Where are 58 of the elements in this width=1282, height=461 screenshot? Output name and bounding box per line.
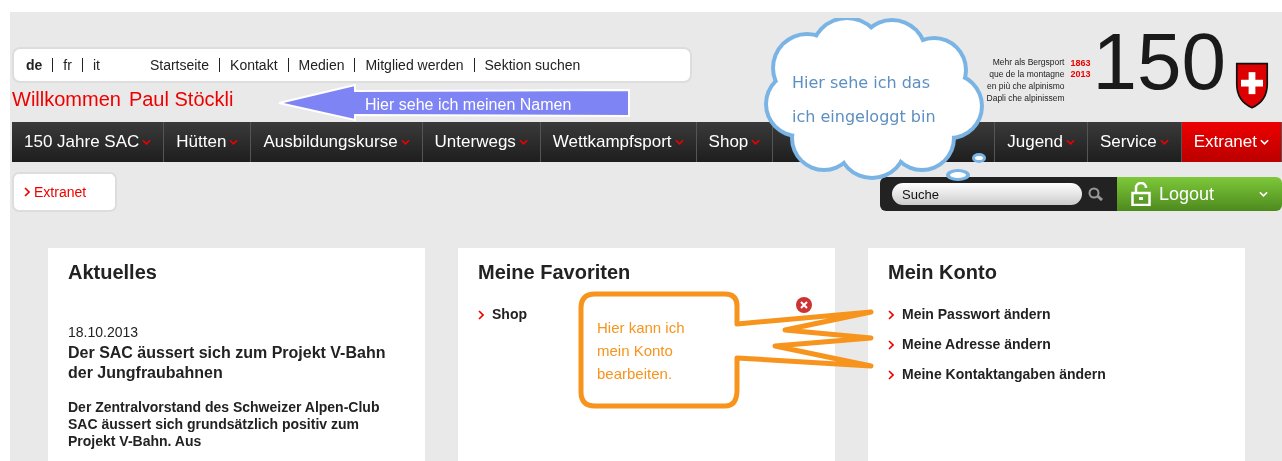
nav-menu-item[interactable]: 150 Jahre SAC	[12, 122, 165, 162]
caret-icon	[229, 139, 239, 145]
chevron-icon	[24, 187, 30, 197]
panel-title: Meine Favoriten	[478, 260, 632, 284]
panel-link[interactable]: Meine Kontaktangaben ändern	[888, 364, 1225, 385]
logo-tagline: Dapli che alpinissem	[986, 92, 1065, 104]
logo-tagline: en più che alpinismo	[986, 80, 1065, 92]
callout-text: Hier sehe ich meinen Namen	[365, 95, 572, 115]
callout-text: Hier kann ich mein Konto bearbeiten.	[597, 318, 686, 384]
welcome-text: Willkommen	[12, 87, 121, 112]
search-field[interactable]: Suche	[892, 183, 1082, 205]
panel-link[interactable]: Shop	[478, 304, 527, 325]
language-link[interactable]: fr	[63, 54, 72, 76]
thought-cloud-text: Hier sehe ich das ich eingeloggt bin	[792, 72, 937, 128]
logo-number: 150	[1092, 16, 1226, 108]
top-link[interactable]: Sektion suchen	[484, 54, 581, 76]
top-link[interactable]: Mitglied werden	[365, 54, 464, 76]
panel-title: Mein Konto	[888, 260, 998, 284]
caret-icon	[400, 139, 410, 145]
caret-icon	[1260, 139, 1269, 145]
user-name: Paul Stöckli	[128, 87, 234, 112]
logo-year: 1863	[1070, 58, 1091, 69]
caret-icon	[674, 139, 684, 145]
remove-icon[interactable]	[795, 296, 813, 314]
caret-icon	[1066, 139, 1075, 145]
news-summary: Der Zentralvorstand des Schweizer Alpen-Club SAC äussert sich grundsätzlich positiv zum Projekt V-Bahn. Aus	[68, 399, 381, 450]
news-headline[interactable]: Der SAC äussert sich zum Projekt V-Bahn der Jungfraubahnen	[68, 343, 405, 383]
nav-menu-item[interactable]: Ausbildungskurse	[251, 122, 423, 162]
logo-tagline: Mehr als Bergsport	[991, 56, 1065, 68]
panel-title: Aktuelles	[68, 260, 158, 284]
chevron-icon	[478, 309, 484, 320]
chevron-icon	[888, 309, 894, 320]
unlocked-padlock-icon	[1131, 182, 1151, 206]
language-link[interactable]: de	[26, 54, 43, 76]
top-link[interactable]: Kontakt	[230, 54, 278, 76]
caret-icon	[142, 139, 152, 145]
nav-menu-item[interactable]: Jugend	[994, 122, 1088, 162]
logo-year: 2013	[1070, 69, 1091, 80]
caret-icon	[751, 139, 761, 145]
caret-icon	[1259, 191, 1268, 197]
panel-link[interactable]: Meine Adresse ändern	[888, 334, 1225, 355]
nav-menu-item[interactable]: Service	[1088, 122, 1182, 162]
chevron-icon	[888, 339, 894, 350]
logo-tagline: que de la montagne	[988, 68, 1065, 80]
top-link[interactable]: Medien	[298, 54, 345, 76]
chevron-icon	[888, 369, 894, 380]
language-link[interactable]: it	[92, 54, 100, 76]
caret-icon	[1159, 139, 1169, 145]
search-icon[interactable]	[1088, 187, 1104, 201]
top-link[interactable]: Startseite	[149, 54, 210, 76]
news-date: 18.10.2013	[68, 323, 140, 342]
nav-menu-item[interactable]: Wettkampfsport	[540, 122, 697, 162]
nav-menu-item[interactable]: Extranet	[1181, 122, 1282, 162]
nav-menu-item[interactable]: Unterwegs	[422, 122, 541, 162]
nav-menu-item[interactable]: Hütten	[164, 122, 252, 162]
panel-link[interactable]: Mein Passwort ändern	[888, 304, 1225, 325]
breadcrumb-link[interactable]: Extranet	[12, 172, 117, 212]
caret-icon	[518, 139, 528, 145]
